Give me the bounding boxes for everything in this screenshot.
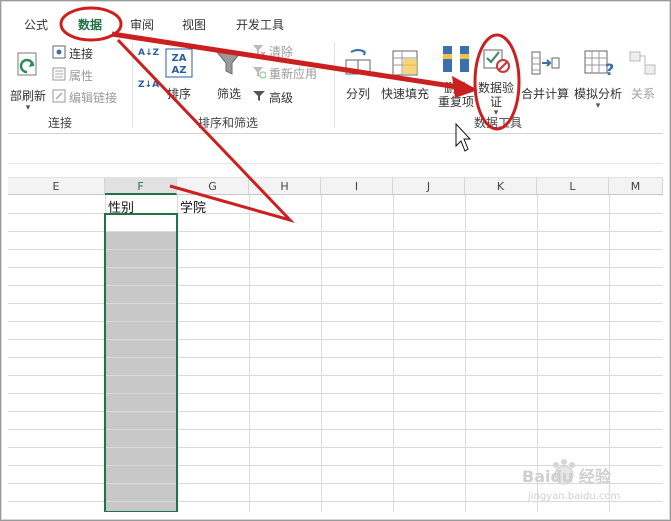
- refresh-all-button[interactable]: 部刷新 ▾: [8, 50, 48, 113]
- what-if-analysis-button[interactable]: ? 模拟分析 ▾: [572, 48, 624, 111]
- tab-formulas[interactable]: 公式: [24, 16, 48, 34]
- advanced-filter-button[interactable]: 高级: [252, 88, 293, 108]
- column-header-i[interactable]: I: [321, 178, 393, 195]
- relationships-icon: [626, 48, 660, 81]
- chevron-down-icon: ▾: [595, 101, 601, 111]
- svg-text:AZ: AZ: [172, 65, 187, 76]
- text-to-columns-icon: [342, 48, 374, 81]
- filter-label: 筛选: [216, 87, 241, 101]
- consolidate-button[interactable]: 合并计算: [520, 48, 570, 102]
- remove-duplicates-icon: [434, 44, 478, 77]
- svg-text:?: ?: [605, 60, 613, 78]
- reapply-icon: [252, 65, 267, 85]
- relationships-button[interactable]: 关系: [626, 48, 660, 102]
- cell-f1[interactable]: 性别: [108, 197, 134, 216]
- flash-fill-button[interactable]: 快速填充: [380, 48, 430, 102]
- tab-data[interactable]: 数据: [78, 16, 102, 34]
- remove-duplicates-label-line2: 重复项: [437, 95, 474, 109]
- sort-button[interactable]: ZA AZ 排序: [164, 48, 194, 102]
- edit-links-button[interactable]: 编辑链接: [52, 88, 117, 108]
- ribbon: 部刷新 ▾ 连接 属性 编辑链接 连接 A↓Z Z↓A ZA AZ 排序 筛选 清…: [8, 38, 663, 134]
- sort-icon: ZA AZ: [164, 48, 194, 81]
- chevron-down-icon: ▾: [25, 103, 31, 113]
- text-to-columns-label: 分列: [345, 87, 370, 101]
- edit-links-icon: [52, 89, 66, 109]
- group-divider: [132, 42, 133, 128]
- connections-button[interactable]: 连接: [52, 44, 93, 64]
- relationships-label: 关系: [630, 87, 655, 101]
- sort-descending-button[interactable]: Z↓A: [138, 80, 160, 102]
- sort-label: 排序: [166, 87, 191, 101]
- remove-duplicates-button[interactable]: 删除 重复项: [434, 44, 478, 109]
- data-validation-label-line2: 证: [489, 95, 502, 109]
- column-header-k[interactable]: K: [465, 178, 537, 195]
- reapply-button[interactable]: 重新应用: [252, 64, 317, 84]
- edit-links-label: 编辑链接: [69, 91, 118, 105]
- filter-funnel-icon: [212, 48, 246, 81]
- column-header-e[interactable]: E: [8, 178, 105, 195]
- advanced-filter-label: 高级: [269, 91, 294, 105]
- properties-label: 属性: [69, 69, 94, 83]
- sort-ascending-icon: A↓Z: [138, 48, 160, 58]
- refresh-all-label: 部刷新: [9, 89, 46, 103]
- cell-g1[interactable]: 学院: [180, 197, 206, 216]
- column-header-j[interactable]: J: [393, 178, 465, 195]
- filter-button[interactable]: 筛选: [212, 48, 246, 102]
- data-validation-icon: [476, 44, 516, 77]
- what-if-analysis-icon: ?: [572, 48, 624, 81]
- reapply-label: 重新应用: [269, 67, 318, 81]
- column-header-l[interactable]: L: [537, 178, 609, 195]
- group-divider: [334, 42, 335, 128]
- flash-fill-icon: [380, 48, 430, 81]
- selection-border: [104, 213, 178, 512]
- sort-ascending-button[interactable]: A↓Z: [138, 48, 160, 70]
- what-if-analysis-label: 模拟分析: [573, 87, 622, 101]
- remove-duplicates-label-line1: 删除: [443, 81, 468, 95]
- refresh-icon: [8, 50, 48, 83]
- properties-button[interactable]: 属性: [52, 66, 93, 86]
- column-header-g[interactable]: G: [177, 178, 249, 195]
- connections-icon: [52, 45, 66, 65]
- ribbon-tab-bar: 公式 数据 审阅 视图 开发工具: [8, 8, 663, 40]
- column-header-f[interactable]: F: [105, 178, 177, 195]
- column-header-m[interactable]: M: [609, 178, 663, 195]
- advanced-filter-icon: [252, 89, 266, 109]
- data-validation-button[interactable]: 数据验 证 ▾: [476, 44, 516, 118]
- properties-icon: [52, 67, 66, 87]
- clear-filter-button[interactable]: 清除: [252, 42, 293, 62]
- consolidate-label: 合并计算: [520, 87, 569, 101]
- data-validation-label-line1: 数据验: [477, 81, 514, 95]
- clear-filter-label: 清除: [269, 45, 294, 59]
- tab-view[interactable]: 视图: [182, 16, 206, 34]
- text-to-columns-button[interactable]: 分列: [342, 48, 374, 102]
- clear-filter-icon: [252, 43, 266, 63]
- sort-descending-icon: Z↓A: [138, 80, 160, 90]
- sort-filter-group-label: 排序和筛选: [198, 116, 259, 130]
- column-header-h[interactable]: H: [249, 178, 321, 195]
- formula-bar-divider: [8, 163, 663, 164]
- connections-label: 连接: [69, 47, 94, 61]
- connections-group-label: 连接: [48, 116, 73, 130]
- svg-text:ZA: ZA: [172, 53, 187, 64]
- data-tools-group-label: 数据工具: [474, 116, 523, 130]
- worksheet-grid[interactable]: E F G H I J K L M 性别 学院: [8, 178, 663, 512]
- consolidate-icon: [520, 48, 570, 81]
- flash-fill-label: 快速填充: [380, 87, 429, 101]
- tab-review[interactable]: 审阅: [130, 16, 154, 34]
- tab-developer[interactable]: 开发工具: [236, 16, 284, 34]
- formula-bar-area: [8, 134, 663, 178]
